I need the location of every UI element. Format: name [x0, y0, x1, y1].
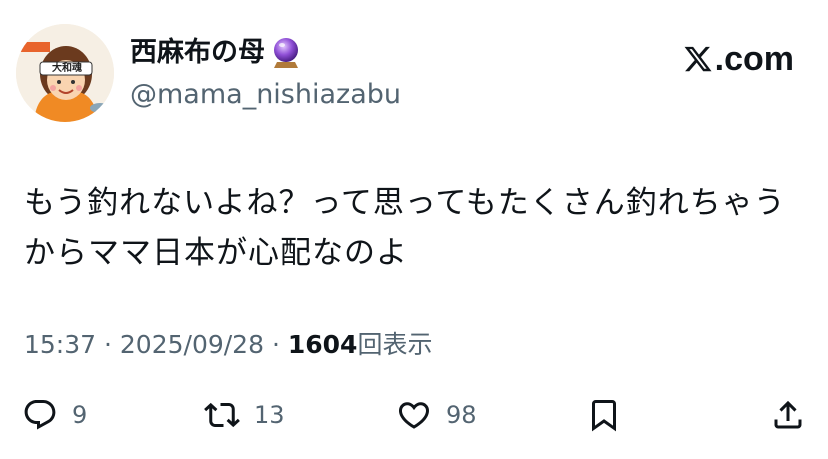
avatar[interactable]: 大和魂 — [16, 24, 114, 122]
avatar-headband-text: 大和魂 — [52, 63, 82, 74]
tweet-time[interactable]: 15:37 — [24, 330, 96, 359]
retweet-count: 13 — [254, 401, 285, 429]
x-logo-icon — [684, 46, 712, 72]
display-name[interactable]: 西麻布の母 — [130, 36, 301, 70]
bookmark-button[interactable] — [586, 392, 622, 438]
like-button[interactable]: 98 — [396, 392, 477, 438]
crystal-ball-icon — [271, 36, 301, 70]
retweet-button[interactable]: 13 — [204, 392, 285, 438]
tweet-date[interactable]: 2025/09/28 — [120, 330, 264, 359]
views-count: 1604 — [287, 330, 358, 359]
user-handle[interactable]: @mama_nishiazabu — [130, 78, 401, 112]
share-icon — [774, 400, 802, 429]
meta-separator: · — [104, 330, 112, 359]
reply-count: 9 — [72, 401, 88, 429]
tweet-text: もう釣れないよね？って思ってもたくさん釣れちゃうからママ日本が心配なのよ — [24, 185, 786, 271]
action-bar: 9 13 98 — [0, 392, 828, 438]
meta-separator: · — [271, 330, 280, 359]
tweet-meta: 15:37 · 2025/09/28 · 1604回表示 — [24, 328, 432, 362]
retweet-icon — [204, 402, 240, 428]
x-brand-logo: .com — [683, 40, 794, 78]
reply-icon — [24, 400, 56, 430]
brand-label: .com — [714, 40, 794, 78]
views-label: 回表示 — [357, 330, 433, 359]
share-button[interactable] — [770, 392, 806, 438]
heart-icon — [398, 402, 430, 429]
reply-button[interactable]: 9 — [22, 392, 87, 438]
bookmark-icon — [592, 400, 616, 432]
like-count: 98 — [446, 401, 477, 429]
display-name-text: 西麻布の母 — [130, 37, 265, 68]
